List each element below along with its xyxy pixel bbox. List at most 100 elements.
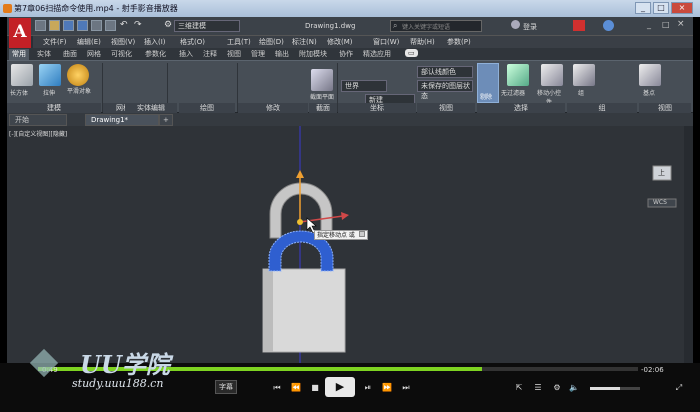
menu-help[interactable]: 帮助(H) [410,37,435,47]
tab-collaborate[interactable]: 协作 [339,49,353,59]
menu-file[interactable]: 文件(F) [43,37,67,47]
tab-drawing1[interactable]: Drawing1* [85,114,159,126]
tab-visualize[interactable]: 可视化 [111,49,132,59]
menu-insert[interactable]: 插入(I) [144,37,166,47]
group-label-groups[interactable]: 组 [567,103,637,113]
autocad-logo-icon[interactable]: A [9,18,31,48]
new-tab-button[interactable]: + [159,114,173,126]
group-label-section[interactable]: 截面 [309,103,337,113]
lock-body [262,268,346,353]
new-file-icon[interactable] [35,20,46,31]
box-icon[interactable] [11,64,33,86]
menu-params[interactable]: 参数(P) [447,37,471,47]
section-button-label[interactable]: 截面平面 [309,92,335,101]
group-icon[interactable] [573,64,595,86]
layer-state-dropdown[interactable]: 未保存的图层状态 [417,80,473,100]
volume-icon[interactable]: 🔈 [567,383,581,393]
tab-start[interactable]: 开始 [9,114,67,126]
print-icon[interactable] [91,20,102,31]
open-file-icon[interactable] [49,20,60,31]
tab-addins[interactable]: 附加模块 [299,49,327,59]
group-label-draw[interactable]: 绘图 [179,103,235,113]
login-link[interactable]: 登录 [523,22,537,32]
viewcube-top-label[interactable]: 上 [658,168,665,178]
tab-solid[interactable]: 实体 [37,49,51,59]
menu-draw[interactable]: 绘图(D) [259,37,284,47]
app-restore-button[interactable]: □ [662,20,670,29]
play-button[interactable]: ▶ [325,377,355,397]
drawing-viewport[interactable]: [-][自定义视图][隐藏] 上 WCS 指定移动点 或 [7,126,693,363]
group-label-coordinates[interactable]: 坐标 [338,103,416,113]
tab-annotate[interactable]: 注释 [203,49,217,59]
undo-icon[interactable]: ↶ [120,20,128,30]
tab-view[interactable]: 视图 [227,49,241,59]
exchange-icon[interactable] [573,20,585,31]
base-point-label[interactable]: 基点 [643,88,655,97]
wcs-label[interactable]: WCS [653,199,667,206]
workspace-dropdown[interactable]: 三维建模 [174,20,240,32]
extrude-button-label[interactable]: 拉伸 [43,88,55,97]
ribbon-toggle-icon[interactable]: ▭ [405,49,418,57]
group-label-solid-edit[interactable]: 实体编辑 [125,103,177,113]
tab-parametric[interactable]: 参数化 [145,49,166,59]
step-forward-icon[interactable]: ⏯ [361,383,375,393]
base-point-icon[interactable] [639,64,661,86]
no-filter-label[interactable]: 无过滤器 [501,88,525,97]
next-file-icon[interactable]: ⏭ [399,383,413,393]
menu-dimension[interactable]: 标注(N) [292,37,317,47]
help-icon[interactable] [603,20,614,31]
tab-featured[interactable]: 精选应用 [363,49,391,59]
menu-modify[interactable]: 修改(M) [327,37,353,47]
tab-mesh[interactable]: 网格 [87,49,101,59]
redo-icon[interactable]: ↷ [134,20,142,30]
no-filter-icon[interactable] [507,64,529,86]
group-label-view[interactable]: 视图 [417,103,475,113]
plot-icon[interactable] [105,20,116,31]
smooth-object-icon[interactable] [67,64,89,86]
culling-button[interactable]: 剔除 [477,63,499,103]
search-input[interactable]: ⌕ 键入关键字或短语 [390,20,482,32]
move-gizmo-icon[interactable] [541,64,563,86]
subtitle-button[interactable]: 字幕 [215,380,237,394]
menu-window[interactable]: 窗口(W) [373,37,399,47]
tab-insert[interactable]: 插入 [179,49,193,59]
workspace-gear-icon[interactable]: ⚙ [164,20,172,30]
fullscreen-icon[interactable]: ⤢ [672,383,686,393]
extrude-icon[interactable] [39,64,61,86]
app-minimize-button[interactable]: _ [647,20,651,29]
prev-file-icon[interactable]: ⏮ [270,383,284,393]
layer-color-dropdown[interactable]: 部认线颜色 [417,66,473,78]
app-close-button[interactable]: × [677,19,685,29]
group-label-view2[interactable]: 视图 [639,103,691,113]
smooth-button-label[interactable]: 平滑对象 [65,86,93,95]
menu-edit[interactable]: 编辑(E) [77,37,101,47]
stop-icon[interactable]: ■ [308,383,322,393]
save-icon[interactable] [63,20,74,31]
menu-tools[interactable]: 工具(T) [227,37,251,47]
tab-output[interactable]: 输出 [275,49,289,59]
close-button[interactable]: × [671,2,693,14]
playlist-icon[interactable]: ☰ [531,383,545,393]
model-canvas[interactable] [7,126,693,363]
tab-home[interactable]: 常用 [9,49,29,60]
fast-forward-icon[interactable]: ⏩ [380,383,394,393]
box-button-label[interactable]: 长方体 [10,88,28,97]
volume-slider[interactable] [590,387,640,390]
group-label-selection[interactable]: 选择 [477,103,565,113]
minimize-button[interactable]: _ [635,2,651,14]
tab-manage[interactable]: 管理 [251,49,265,59]
maximize-button[interactable]: □ [653,2,669,14]
user-icon[interactable] [511,20,520,29]
open-folder-icon[interactable]: ⇱ [512,383,526,393]
tab-surface[interactable]: 曲面 [63,49,77,59]
group-label-modeling[interactable]: 建模 [7,103,101,113]
section-plane-icon[interactable] [311,69,333,91]
menu-format[interactable]: 格式(O) [180,37,205,47]
rewind-icon[interactable]: ⏪ [289,383,303,393]
save-as-icon[interactable] [77,20,88,31]
group-button-label[interactable]: 组 [578,88,584,97]
group-label-modify[interactable]: 修改 [238,103,308,113]
menu-view[interactable]: 视图(V) [111,37,135,47]
settings-icon[interactable]: ⚙ [550,383,564,393]
ucs-world-dropdown[interactable]: 世界 [341,80,387,92]
